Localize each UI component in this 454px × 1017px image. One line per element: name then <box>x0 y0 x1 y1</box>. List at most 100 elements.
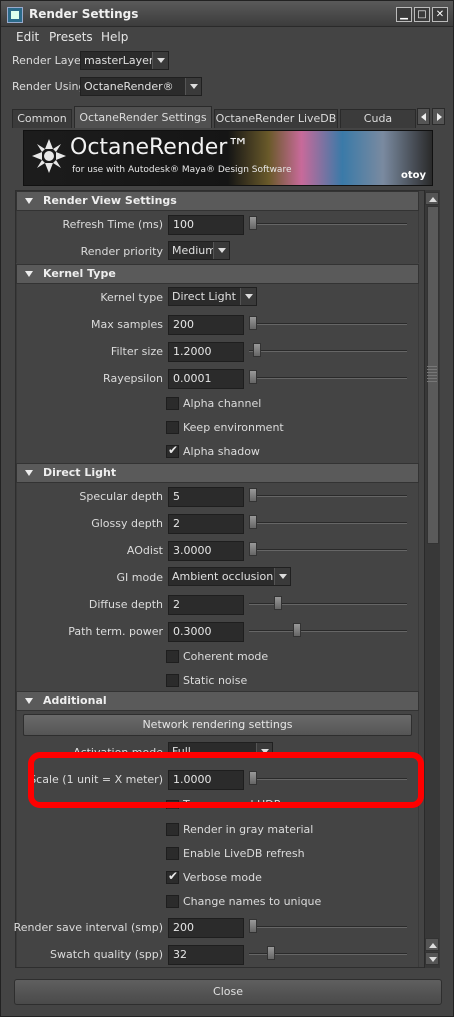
diffuse-depth-label: Diffuse depth <box>88 598 163 611</box>
max-samples-slider[interactable] <box>249 314 407 334</box>
close-window-button[interactable]: ✕ <box>432 7 448 22</box>
keep-environment-label: Keep environment <box>183 421 284 434</box>
maya-app-icon <box>7 7 23 23</box>
slider-knob[interactable] <box>253 343 262 357</box>
section-render-view-settings[interactable]: Render View Settings <box>16 191 419 211</box>
scroll-up-button[interactable] <box>425 192 439 205</box>
rayepsilon-slider[interactable] <box>249 368 407 388</box>
slider-knob[interactable] <box>266 946 275 960</box>
slider-knob[interactable] <box>249 919 257 933</box>
kernel-type-label: Kernel type <box>100 291 163 304</box>
tab-octanerender-livedb[interactable]: OctaneRender LiveDB <box>214 109 338 128</box>
scroll-down-button[interactable] <box>425 952 439 965</box>
path-term-power-field[interactable]: 0.3000 <box>168 622 244 642</box>
refresh-time-label: Refresh Time (ms) <box>62 218 163 231</box>
rayepsilon-field[interactable]: 0.0001 <box>168 369 244 389</box>
chevron-left-icon <box>421 113 426 121</box>
title-bar[interactable]: Render Settings ▁ □ ✕ <box>1 1 453 27</box>
chevron-right-icon <box>437 113 442 121</box>
glossy-depth-field[interactable]: 2 <box>168 514 244 534</box>
static-noise-label: Static noise <box>183 674 248 687</box>
tab-scroll-left-button[interactable] <box>417 108 430 125</box>
coherent-mode-checkbox[interactable] <box>166 650 179 663</box>
verbose-mode-label: Verbose mode <box>183 871 262 884</box>
scroll-up-bottom-button[interactable] <box>425 938 439 951</box>
banner-title: OctaneRender™ <box>70 135 250 160</box>
keep-environment-checkbox[interactable] <box>166 421 179 434</box>
render-gray-material-label: Render in gray material <box>183 823 314 836</box>
render-save-interval-slider[interactable] <box>249 917 407 937</box>
render-using-label: Render Using <box>12 80 86 93</box>
filter-size-slider[interactable] <box>249 341 407 361</box>
render-layer-dropdown[interactable]: masterLayer <box>80 51 169 70</box>
otoy-logo: otoy <box>400 170 426 181</box>
chevron-up-icon <box>429 943 437 948</box>
window-title: Render Settings <box>29 7 139 21</box>
slider-knob[interactable] <box>249 370 257 384</box>
slider-knob[interactable] <box>274 596 283 610</box>
coherent-mode-label: Coherent mode <box>183 650 269 663</box>
chevron-down-icon <box>213 242 229 259</box>
slider-knob[interactable] <box>249 515 257 529</box>
section-direct-light[interactable]: Direct Light <box>16 463 419 483</box>
section-kernel-type[interactable]: Kernel Type <box>16 264 419 284</box>
glossy-depth-label: Glossy depth <box>91 517 163 530</box>
chevron-down-icon <box>185 78 201 95</box>
network-rendering-settings-button[interactable]: Network rendering settings <box>23 714 412 736</box>
tab-scroll-right-button[interactable] <box>432 108 445 125</box>
render-layer-value: masterLayer <box>84 54 154 67</box>
chevron-down-icon <box>429 957 437 962</box>
close-button[interactable]: Close <box>14 979 442 1005</box>
render-using-dropdown[interactable]: OctaneRender® <box>80 77 202 96</box>
refresh-time-field[interactable]: 100 <box>168 215 244 235</box>
diffuse-depth-field[interactable]: 2 <box>168 595 244 615</box>
filter-size-field[interactable]: 1.2000 <box>168 342 244 362</box>
render-using-value: OctaneRender® <box>84 80 174 93</box>
max-samples-field[interactable]: 200 <box>168 315 244 335</box>
filter-size-label: Filter size <box>110 345 163 358</box>
swatch-quality-field[interactable]: 32 <box>168 945 244 965</box>
refresh-time-slider[interactable] <box>249 214 407 234</box>
aodist-slider[interactable] <box>249 540 407 560</box>
slider-knob[interactable] <box>249 542 257 556</box>
menu-presets[interactable]: Presets <box>49 30 93 44</box>
aodist-label: AOdist <box>126 544 163 557</box>
enable-livedb-refresh-checkbox[interactable] <box>166 847 179 860</box>
chevron-down-icon <box>240 288 256 305</box>
tab-cuda-devices[interactable]: Cuda Devices <box>340 109 416 128</box>
octane-banner: OctaneRender™ for use with Autodesk® May… <box>23 130 433 186</box>
slider-knob[interactable] <box>249 488 257 502</box>
kernel-type-dropdown[interactable]: Direct Light <box>168 287 257 306</box>
highlight-annotation <box>28 752 424 808</box>
render-gray-material-checkbox[interactable] <box>166 823 179 836</box>
static-noise-checkbox[interactable] <box>166 674 179 687</box>
tab-octanerender-settings[interactable]: OctaneRender Settings <box>74 106 212 128</box>
glossy-depth-slider[interactable] <box>249 513 407 533</box>
specular-depth-slider[interactable] <box>249 486 407 506</box>
specular-depth-field[interactable]: 5 <box>168 487 244 507</box>
tab-common[interactable]: Common <box>12 109 72 128</box>
alpha-shadow-checkbox[interactable] <box>166 443 179 458</box>
menu-edit[interactable]: Edit <box>16 30 39 44</box>
menu-bar: Edit Presets Help <box>1 27 453 47</box>
path-term-power-slider[interactable] <box>249 621 407 641</box>
rayepsilon-label: Rayepsilon <box>103 372 163 385</box>
section-additional[interactable]: Additional <box>16 691 419 711</box>
verbose-mode-checkbox[interactable] <box>166 869 179 884</box>
render-priority-dropdown[interactable]: Medium <box>168 241 230 260</box>
change-names-unique-label: Change names to unique <box>183 895 322 908</box>
alpha-shadow-label: Alpha shadow <box>183 445 260 458</box>
minimize-button[interactable]: ▁ <box>396 7 412 22</box>
diffuse-depth-slider[interactable] <box>249 594 407 614</box>
maximize-button[interactable]: □ <box>414 7 430 22</box>
alpha-channel-checkbox[interactable] <box>166 397 179 410</box>
gi-mode-dropdown[interactable]: Ambient occlusion <box>168 567 291 586</box>
aodist-field[interactable]: 3.0000 <box>168 541 244 561</box>
slider-knob[interactable] <box>249 316 257 330</box>
slider-knob[interactable] <box>293 623 302 637</box>
slider-knob[interactable] <box>249 216 257 230</box>
menu-help[interactable]: Help <box>101 30 128 44</box>
change-names-unique-checkbox[interactable] <box>166 895 179 908</box>
swatch-quality-slider[interactable] <box>249 944 407 964</box>
render-save-interval-field[interactable]: 200 <box>168 918 244 938</box>
